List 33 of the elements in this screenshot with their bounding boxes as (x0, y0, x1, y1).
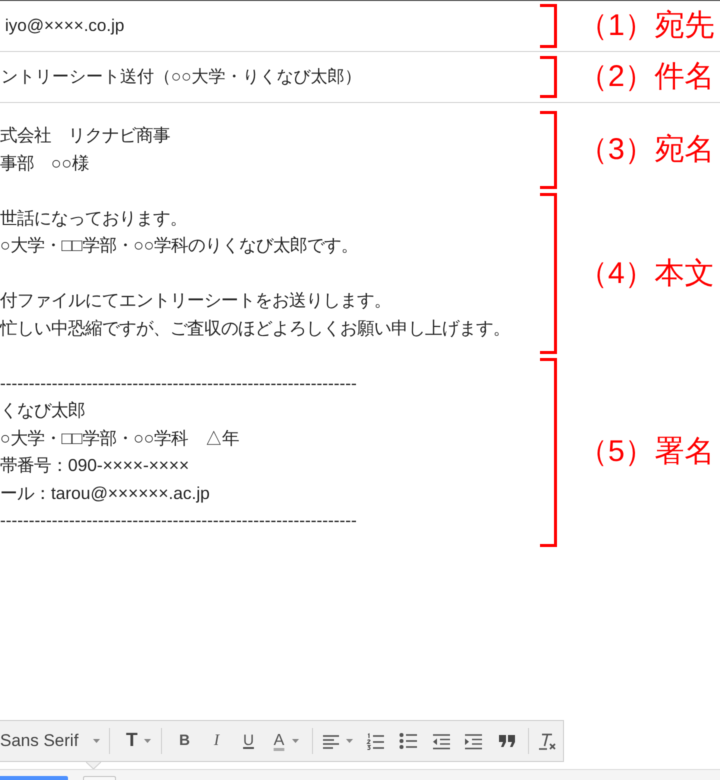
text-size-button[interactable]: T (118, 725, 158, 757)
text-line: 事部 ○○様 (0, 152, 89, 175)
align-left-icon (322, 732, 340, 750)
annotation-bracket (540, 56, 557, 98)
numbered-list-icon (366, 732, 384, 750)
quote-icon (499, 735, 516, 747)
text-line: ール：tarou@××××××.ac.jp (0, 482, 210, 505)
text-line: 世話になっております。 (0, 206, 187, 230)
bold-button[interactable]: B (168, 725, 200, 757)
text-line: くなび太郎 (0, 399, 85, 422)
outdent-icon (432, 732, 450, 750)
annotation-label: （5）署名 (578, 434, 715, 470)
annotation-label: （2）件名 (578, 59, 715, 95)
font-dropdown[interactable]: Sans Serif (0, 725, 106, 757)
text-line: 付ファイルにてエントリーシートをお送りします。 (0, 289, 391, 312)
recipient-field[interactable]: iyo@××××.co.jp (0, 1, 540, 51)
clear-formatting-icon (538, 732, 556, 750)
text-line: -------------------------------------------------------------- (0, 372, 357, 395)
underline-button[interactable]: U (232, 725, 264, 757)
text-color-button[interactable]: A (264, 725, 308, 757)
text-line: ○大学・□□学部・○○学科のりくなび太郎です。 (0, 234, 358, 258)
text-line: 帯番号：090-××××-×××× (0, 454, 190, 478)
text-line: -------------------------------------------------------------- (0, 509, 357, 532)
subject-field[interactable]: ントリーシート送付（○○大学・りくなび太郎） (0, 52, 540, 102)
annotation-label: （1）宛先 (578, 8, 715, 44)
italic-button[interactable]: I (200, 725, 232, 757)
text-line: ○大学・□□学部・○○学科 △年 (0, 426, 240, 450)
annotation-label: （4）本文 (578, 256, 715, 292)
annotation-bracket (540, 4, 557, 48)
bulleted-list-icon (399, 732, 418, 750)
annotation-label: （3）宛名 (578, 132, 715, 168)
indent-icon (464, 732, 482, 750)
text-line: 式会社 リクナビ商事 (0, 124, 170, 148)
